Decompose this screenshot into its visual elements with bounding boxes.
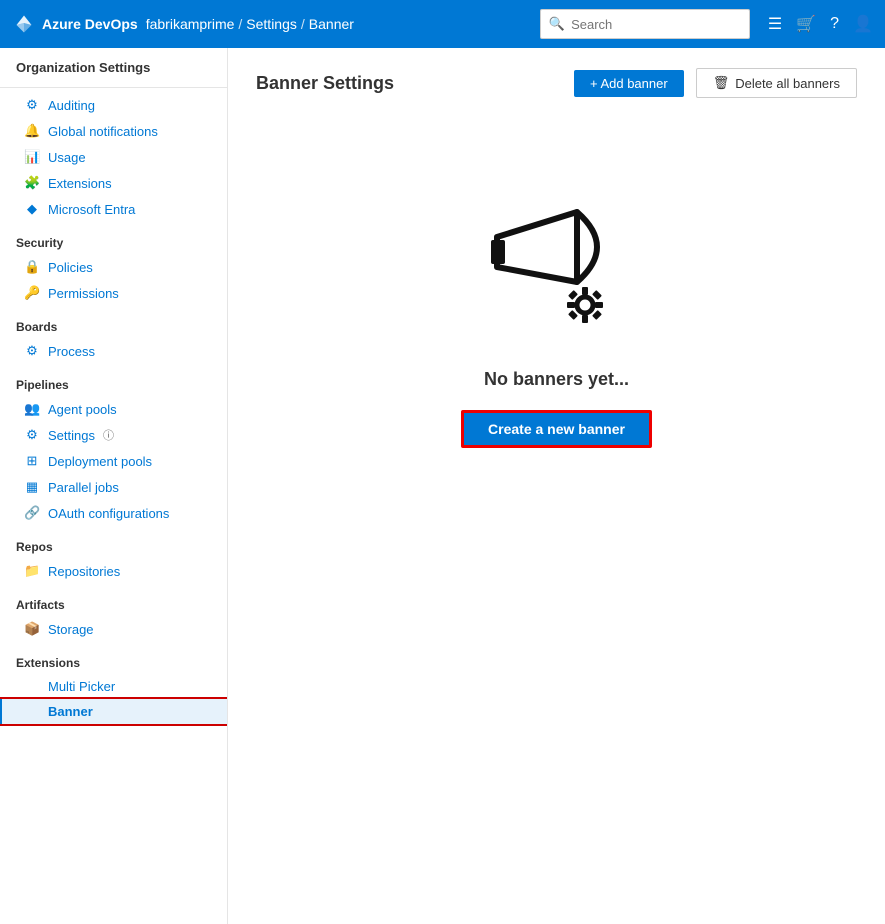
permissions-icon: 🔑 xyxy=(24,285,40,301)
deployment-pools-icon: ⊞ xyxy=(24,453,40,469)
user-icon[interactable]: 👤 xyxy=(853,14,873,34)
breadcrumb: fabrikamprime / Settings / Banner xyxy=(146,16,354,32)
oauth-icon: 🔗 xyxy=(24,505,40,521)
entra-icon: ◆ xyxy=(24,201,40,217)
empty-state-text: No banners yet... xyxy=(484,369,629,390)
sidebar-item-label: Microsoft Entra xyxy=(48,202,135,217)
empty-state: No banners yet... Create a new banner xyxy=(256,122,857,448)
sidebar-item-global-notifications[interactable]: 🔔 Global notifications xyxy=(0,118,227,144)
logo-text: Azure DevOps xyxy=(42,16,138,32)
breadcrumb-banner[interactable]: Banner xyxy=(309,16,354,32)
sidebar-item-label: Banner xyxy=(48,704,93,719)
sidebar-item-usage[interactable]: 📊 Usage xyxy=(0,144,227,170)
sidebar-item-microsoft-entra[interactable]: ◆ Microsoft Entra xyxy=(0,196,227,222)
search-icon: 🔍 xyxy=(549,16,565,32)
section-boards: Boards xyxy=(0,306,227,338)
menu-icon[interactable]: ☰ xyxy=(768,14,782,34)
logo[interactable]: Azure DevOps xyxy=(12,12,138,36)
sidebar-item-label: Extensions xyxy=(48,176,112,191)
breadcrumb-settings[interactable]: Settings xyxy=(246,16,297,32)
sidebar-item-banner[interactable]: Banner xyxy=(0,699,227,724)
search-box[interactable]: 🔍 xyxy=(540,9,750,39)
main-layout: Organization Settings ⚙ Auditing 🔔 Globa… xyxy=(0,48,885,924)
sidebar-item-multi-picker[interactable]: Multi Picker xyxy=(0,674,227,699)
trash-icon: 🗑 xyxy=(713,75,730,91)
add-banner-label: + Add banner xyxy=(590,76,668,91)
sidebar-item-deployment-pools[interactable]: ⊞ Deployment pools xyxy=(0,448,227,474)
sidebar-item-label: Process xyxy=(48,344,95,359)
sidebar-item-parallel-jobs[interactable]: ▦ Parallel jobs xyxy=(0,474,227,500)
create-new-banner-button[interactable]: Create a new banner xyxy=(461,410,652,448)
sidebar-item-storage[interactable]: 📦 Storage xyxy=(0,616,227,642)
page-title: Banner Settings xyxy=(256,73,562,94)
help-icon[interactable]: ? xyxy=(830,15,839,33)
repositories-icon: 📁 xyxy=(24,563,40,579)
agent-pools-icon: 👥 xyxy=(24,401,40,417)
sidebar-item-label: Settings xyxy=(48,428,95,443)
sidebar-item-label: Agent pools xyxy=(48,402,117,417)
sidebar-item-policies[interactable]: 🔒 Policies xyxy=(0,254,227,280)
sidebar-title: Organization Settings xyxy=(0,48,227,83)
section-artifacts: Artifacts xyxy=(0,584,227,616)
settings-badge-icon: ⓘ xyxy=(103,427,114,443)
extensions-icon: 🧩 xyxy=(24,175,40,191)
sidebar-item-label: Usage xyxy=(48,150,86,165)
storage-icon: 📦 xyxy=(24,621,40,637)
sidebar-item-agent-pools[interactable]: 👥 Agent pools xyxy=(0,396,227,422)
sidebar-item-extensions[interactable]: 🧩 Extensions xyxy=(0,170,227,196)
sidebar-item-label: Repositories xyxy=(48,564,120,579)
sidebar-item-label: Auditing xyxy=(48,98,95,113)
policies-icon: 🔒 xyxy=(24,259,40,275)
sidebar: Organization Settings ⚙ Auditing 🔔 Globa… xyxy=(0,48,228,924)
empty-state-icon xyxy=(477,202,637,345)
breadcrumb-org[interactable]: fabrikamprime xyxy=(146,16,235,32)
process-icon: ⚙ xyxy=(24,343,40,359)
topbar: Azure DevOps fabrikamprime / Settings / … xyxy=(0,0,885,48)
sidebar-item-label: Deployment pools xyxy=(48,454,152,469)
search-input[interactable] xyxy=(571,17,741,32)
section-extensions-2: Extensions xyxy=(0,642,227,674)
sidebar-item-label: Global notifications xyxy=(48,124,158,139)
add-banner-button[interactable]: + Add banner xyxy=(574,70,684,97)
sidebar-item-auditing[interactable]: ⚙ Auditing xyxy=(0,92,227,118)
sidebar-item-process[interactable]: ⚙ Process xyxy=(0,338,227,364)
breadcrumb-sep1: / xyxy=(238,16,242,32)
parallel-jobs-icon: ▦ xyxy=(24,479,40,495)
create-banner-label: Create a new banner xyxy=(488,421,625,437)
auditing-icon: ⚙ xyxy=(24,97,40,113)
delete-all-label: Delete all banners xyxy=(735,76,840,91)
section-pipelines: Pipelines xyxy=(0,364,227,396)
basket-icon[interactable]: 🛒 xyxy=(796,14,816,34)
sidebar-item-label: Storage xyxy=(48,622,94,637)
delete-all-banners-button[interactable]: 🗑 Delete all banners xyxy=(696,68,857,98)
sidebar-item-oauth[interactable]: 🔗 OAuth configurations xyxy=(0,500,227,526)
section-security: Security xyxy=(0,222,227,254)
sidebar-item-permissions[interactable]: 🔑 Permissions xyxy=(0,280,227,306)
pipeline-settings-icon: ⚙ xyxy=(24,427,40,443)
notifications-icon: 🔔 xyxy=(24,123,40,139)
sidebar-item-pipeline-settings[interactable]: ⚙ Settings ⓘ xyxy=(0,422,227,448)
usage-icon: 📊 xyxy=(24,149,40,165)
sidebar-item-repositories[interactable]: 📁 Repositories xyxy=(0,558,227,584)
sidebar-item-label: Policies xyxy=(48,260,93,275)
sidebar-divider-top xyxy=(0,87,227,88)
sidebar-item-label: Permissions xyxy=(48,286,119,301)
content-header: Banner Settings + Add banner 🗑 Delete al… xyxy=(256,68,857,98)
breadcrumb-sep2: / xyxy=(301,16,305,32)
section-repos: Repos xyxy=(0,526,227,558)
sidebar-item-label: Multi Picker xyxy=(48,679,115,694)
content-area: Banner Settings + Add banner 🗑 Delete al… xyxy=(228,48,885,924)
sidebar-item-label: OAuth configurations xyxy=(48,506,169,521)
topbar-icons: ☰ 🛒 ? 👤 xyxy=(768,14,873,34)
sidebar-item-label: Parallel jobs xyxy=(48,480,119,495)
